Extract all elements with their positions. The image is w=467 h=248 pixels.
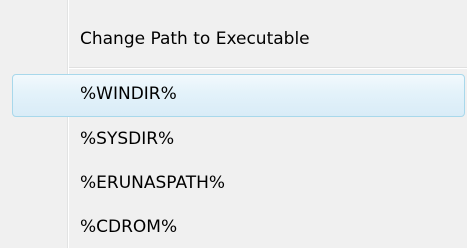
- menu-separator-highlight: [69, 68, 467, 69]
- menu-item-cdrom[interactable]: %CDROM%: [0, 204, 467, 248]
- menu-item-label: %SYSDIR%: [80, 129, 175, 149]
- menu-item-erunaspath[interactable]: %ERUNASPATH%: [0, 160, 467, 206]
- menu-item-label: %ERUNASPATH%: [80, 173, 226, 193]
- menu-item-windir[interactable]: %WINDIR%: [0, 71, 467, 117]
- menu-item-sysdir[interactable]: %SYSDIR%: [0, 116, 467, 162]
- menu-item-label: Change Path to Executable: [80, 29, 310, 49]
- menu-item-change-path-to-executable[interactable]: Change Path to Executable: [0, 16, 467, 62]
- menu-item-label: %WINDIR%: [80, 84, 177, 104]
- menu-item-label: %CDROM%: [80, 217, 178, 237]
- context-menu: Change Path to Executable %WINDIR% %SYSD…: [0, 0, 467, 248]
